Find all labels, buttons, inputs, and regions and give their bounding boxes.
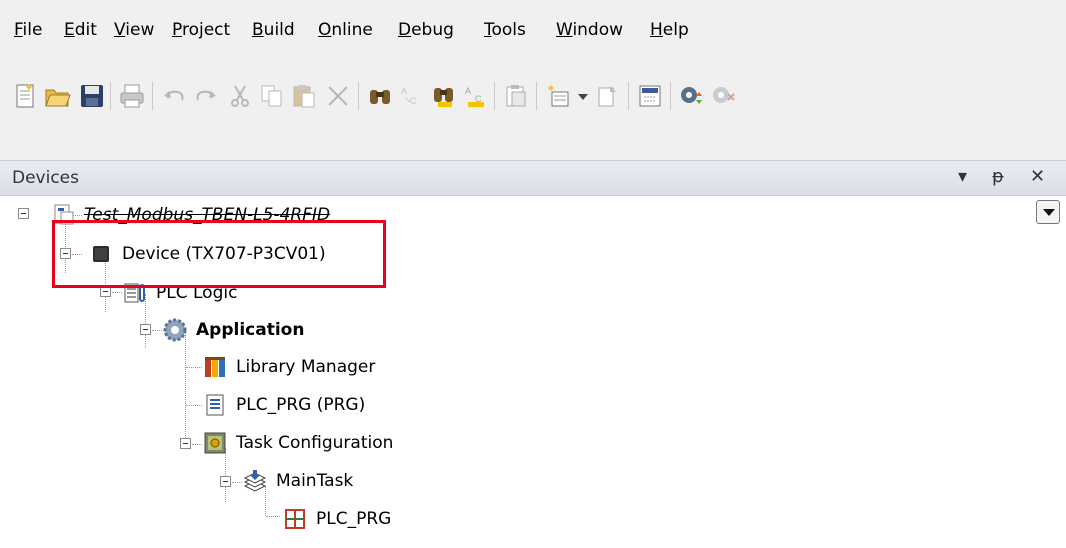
tree-item-plc-prg[interactable]: PLC_PRG (PRG) bbox=[202, 388, 365, 422]
insert-object-icon[interactable] bbox=[594, 82, 622, 110]
paste-icon[interactable] bbox=[290, 82, 318, 110]
toolbar-separator bbox=[536, 82, 537, 110]
tree-item-main-task[interactable]: MainTask bbox=[242, 464, 353, 498]
expander-application[interactable] bbox=[140, 324, 151, 335]
tree-connector bbox=[186, 405, 202, 406]
menu-online[interactable]: Online bbox=[318, 20, 373, 40]
tree-item-plc-logic[interactable]: PLC Logic bbox=[122, 276, 237, 310]
menu-debug[interactable]: Debug bbox=[398, 20, 454, 40]
toolbar-separator bbox=[110, 82, 111, 110]
plc-logic-icon bbox=[122, 280, 148, 306]
new-project-icon[interactable] bbox=[12, 82, 40, 110]
menu-help[interactable]: Help bbox=[650, 20, 689, 40]
tree-connector bbox=[266, 516, 280, 517]
device-label: Device (TX707-P3CV01) bbox=[122, 244, 326, 264]
menu-edit[interactable]: Edit bbox=[64, 20, 97, 40]
copy-icon[interactable] bbox=[258, 82, 286, 110]
toolbar-separator bbox=[494, 82, 495, 110]
tree-item-device[interactable]: Device (TX707-P3CV01) bbox=[88, 237, 326, 271]
main-task-label: MainTask bbox=[276, 471, 354, 491]
plc-logic-label: PLC Logic bbox=[156, 283, 238, 303]
device-icon bbox=[88, 241, 114, 267]
menu-view[interactable]: View bbox=[114, 20, 154, 40]
menu-project[interactable]: Project bbox=[172, 20, 230, 40]
expander-project[interactable] bbox=[18, 208, 29, 219]
tree-connector bbox=[185, 332, 186, 440]
task-configuration-icon bbox=[202, 430, 228, 456]
print-icon[interactable] bbox=[118, 82, 146, 110]
application-label: Application bbox=[196, 320, 305, 340]
delete-icon[interactable] bbox=[324, 82, 352, 110]
svg-text:A: A bbox=[401, 86, 407, 96]
add-object-dropdown-icon[interactable] bbox=[578, 94, 588, 100]
build-icon[interactable] bbox=[636, 82, 664, 110]
devices-tree: Test_Modbus_TBEN-L5-4RFID Device (TX707-… bbox=[0, 196, 1066, 548]
save-icon[interactable] bbox=[78, 82, 106, 110]
tree-connector bbox=[152, 330, 162, 331]
devices-panel-header: Devices ▾ ᵽ ✕ bbox=[0, 160, 1066, 196]
program-document-icon bbox=[202, 392, 228, 418]
toolbar-separator bbox=[358, 82, 359, 110]
library-manager-label: Library Manager bbox=[236, 357, 376, 377]
panel-title: Devices bbox=[12, 168, 79, 188]
tree-dropdown-button[interactable] bbox=[1036, 200, 1060, 224]
cut-icon[interactable] bbox=[226, 82, 254, 110]
expander-main-task[interactable] bbox=[220, 476, 231, 487]
plc-prg-call-label: PLC_PRG bbox=[316, 509, 392, 529]
project-icon bbox=[50, 202, 76, 228]
menu-tools[interactable]: Tools bbox=[484, 20, 526, 40]
close-icon[interactable]: ✕ bbox=[1030, 167, 1045, 187]
library-manager-icon bbox=[202, 354, 228, 380]
menu-build[interactable]: Build bbox=[252, 20, 295, 40]
find-next-icon[interactable] bbox=[430, 82, 458, 110]
tree-item-application[interactable]: Application bbox=[162, 313, 304, 347]
redo-icon[interactable] bbox=[192, 82, 220, 110]
tree-connector bbox=[112, 292, 122, 293]
find-icon[interactable] bbox=[366, 82, 394, 110]
undo-icon[interactable] bbox=[160, 82, 188, 110]
tree-connector bbox=[186, 367, 202, 368]
panel-dropdown-icon[interactable]: ▾ bbox=[958, 167, 967, 187]
open-folder-icon[interactable] bbox=[44, 82, 72, 110]
tree-item-task-configuration[interactable]: Task Configuration bbox=[202, 426, 393, 460]
svg-text:A: A bbox=[465, 86, 471, 96]
add-object-icon[interactable] bbox=[544, 82, 572, 110]
toolbar-separator bbox=[152, 82, 153, 110]
task-stack-icon bbox=[242, 468, 268, 494]
menu-window[interactable]: Window bbox=[556, 20, 623, 40]
pin-icon[interactable]: ᵽ bbox=[992, 167, 1004, 187]
toolbar-separator bbox=[628, 82, 629, 110]
menu-bar: File Edit View Project Build Online Debu… bbox=[0, 0, 1066, 56]
tree-item-project[interactable]: Test_Modbus_TBEN-L5-4RFID bbox=[50, 198, 330, 232]
find-replace-icon[interactable]: AC bbox=[398, 82, 426, 110]
expander-task-configuration[interactable] bbox=[180, 438, 191, 449]
program-call-icon bbox=[282, 506, 308, 532]
tree-connector bbox=[72, 254, 82, 255]
tree-connector bbox=[232, 482, 242, 483]
svg-text:C: C bbox=[410, 96, 417, 106]
tree-item-library-manager[interactable]: Library Manager bbox=[202, 350, 375, 384]
toolbar-separator bbox=[670, 82, 671, 110]
logout-icon[interactable] bbox=[710, 82, 738, 110]
expander-plc-logic[interactable] bbox=[100, 286, 111, 297]
application-gear-icon bbox=[162, 317, 188, 343]
tree-connector bbox=[192, 444, 202, 445]
expander-device[interactable] bbox=[60, 248, 71, 259]
clipboard-icon[interactable] bbox=[502, 82, 530, 110]
task-configuration-label: Task Configuration bbox=[236, 433, 394, 453]
project-label: Test_Modbus_TBEN-L5-4RFID bbox=[84, 205, 331, 225]
find-previous-icon[interactable]: AC bbox=[462, 82, 490, 110]
toolbar: AC AC bbox=[0, 56, 1066, 160]
login-icon[interactable] bbox=[678, 82, 706, 110]
menu-file[interactable]: File bbox=[14, 20, 42, 40]
tree-item-plc-prg-call[interactable]: PLC_PRG bbox=[282, 502, 391, 536]
plc-prg-label: PLC_PRG (PRG) bbox=[236, 395, 366, 415]
